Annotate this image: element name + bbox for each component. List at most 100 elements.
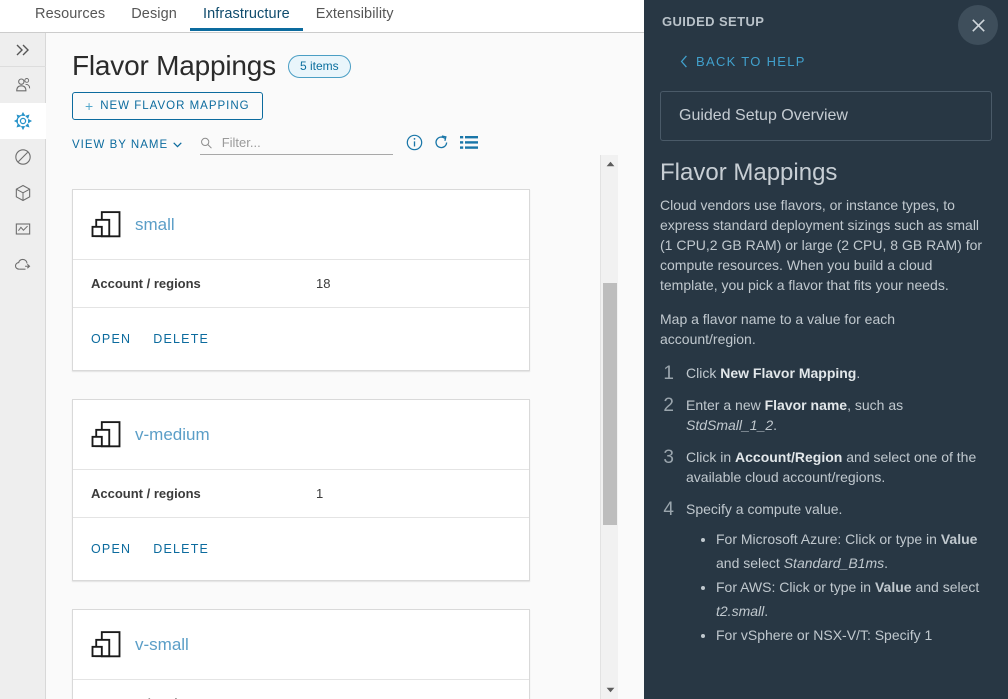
flavor-card-header: v-small [73, 610, 529, 680]
list-toolbar: VIEW BY NAME [72, 134, 644, 156]
flavor-card-header: v-medium [73, 400, 529, 470]
toolbar-icon-group [406, 134, 479, 156]
flavor-card-field-row: Account / regions 4 [73, 680, 529, 699]
flavor-card[interactable]: v-small Account / regions 4 OPEN DELETE [72, 609, 530, 699]
list-view-icon[interactable] [460, 135, 479, 155]
step-number: 2 [663, 395, 674, 416]
chevron-down-icon [173, 142, 182, 148]
close-icon [971, 18, 985, 32]
search-icon [201, 137, 212, 149]
back-to-help-link[interactable]: BACK TO HELP [644, 46, 1008, 69]
panel-heading: Flavor Mappings [660, 159, 838, 186]
scroll-down-arrow[interactable] [601, 681, 619, 699]
view-by-dropdown[interactable]: VIEW BY NAME [72, 139, 182, 151]
tab-infrastructure[interactable]: Infrastructure [189, 0, 303, 31]
users-icon [16, 78, 31, 92]
step-text: Click in Account/Region and select one o… [686, 449, 977, 485]
guided-step: 1 Click New Flavor Mapping. [660, 363, 990, 383]
sidebar-item-resources[interactable] [0, 175, 46, 211]
step-sub-bullets: For Microsoft Azure: Click or type in Va… [686, 527, 990, 647]
flavor-sizes-icon [91, 631, 121, 658]
open-action[interactable]: OPEN [91, 332, 131, 346]
sidebar-item-activity[interactable] [0, 211, 46, 247]
step-text: Enter a new Flavor name, such as StdSmal… [686, 397, 904, 433]
sidebar-item-configure[interactable] [0, 103, 46, 139]
flavor-name-link[interactable]: v-small [135, 635, 189, 655]
guided-setup-overview-label: Guided Setup Overview [679, 107, 848, 124]
guided-setup-panel: GUIDED SETUP BACK TO HELP Guided Setup O… [644, 0, 1008, 699]
sidebar-item-policies[interactable] [0, 139, 46, 175]
plus-icon: + [85, 97, 95, 114]
panel-paragraph-2: Map a flavor name to a value for each ac… [660, 311, 896, 347]
scrollbar-thumb[interactable] [603, 283, 617, 525]
guided-step: 2 Enter a new Flavor name, such as StdSm… [660, 395, 990, 435]
tab-resources[interactable]: Resources [22, 0, 118, 31]
page-title: Flavor Mappings [72, 50, 276, 81]
step-sub-bullet: For AWS: Click or type in Value and sele… [716, 575, 990, 623]
open-action[interactable]: OPEN [91, 542, 131, 556]
new-flavor-mapping-label: NEW FLAVOR MAPPING [100, 99, 250, 112]
item-count-badge: 5 items [287, 54, 351, 78]
flavor-card[interactable]: small Account / regions 18 OPEN DELETE [72, 189, 530, 371]
guided-setup-overview-box[interactable]: Guided Setup Overview [660, 91, 992, 141]
main-vertical-scrollbar[interactable] [600, 155, 618, 699]
flavor-card-actions: OPEN DELETE [73, 518, 529, 580]
flavor-card-list-region: small Account / regions 18 OPEN DELETE v… [46, 155, 644, 699]
panel-paragraph-1: Cloud vendors use flavors, or instance t… [660, 197, 983, 293]
step-sub-bullet: For Microsoft Azure: Click or type in Va… [716, 527, 990, 575]
left-icon-rail [0, 33, 46, 699]
field-value: 18 [316, 276, 331, 291]
title-row: Flavor Mappings 5 items [72, 50, 644, 82]
view-by-label: VIEW BY NAME [72, 138, 169, 151]
flavor-card-field-row: Account / regions 18 [73, 260, 529, 308]
flavor-sizes-icon [91, 211, 121, 238]
delete-action[interactable]: DELETE [153, 542, 209, 556]
flavor-card[interactable]: v-medium Account / regions 1 OPEN DELETE [72, 399, 530, 581]
triangle-up-icon [606, 161, 614, 167]
flavor-card-header: small [73, 190, 529, 260]
new-flavor-mapping-button[interactable]: + NEW FLAVOR MAPPING [72, 91, 263, 120]
expand-sidebar-button[interactable] [0, 33, 46, 67]
delete-action[interactable]: DELETE [153, 332, 209, 346]
panel-top-bar: GUIDED SETUP [644, 0, 1008, 46]
main-content: Flavor Mappings 5 items + NEW FLAVOR MAP… [46, 33, 644, 699]
step-number: 1 [663, 363, 674, 384]
field-value: 1 [316, 486, 324, 501]
step-text: Click New Flavor Mapping. [686, 365, 861, 381]
scroll-up-arrow[interactable] [601, 155, 619, 173]
back-to-help-label: BACK TO HELP [696, 54, 806, 69]
step-number: 4 [663, 499, 674, 520]
policy-compass-icon [15, 149, 31, 165]
gear-icon [13, 111, 33, 131]
step-number: 3 [663, 447, 674, 468]
sidebar-item-users[interactable] [0, 67, 46, 103]
field-label: Account / regions [91, 276, 201, 291]
flavor-sizes-icon [91, 421, 121, 448]
sidebar-item-onboarding[interactable] [0, 247, 46, 283]
cloud-arrow-icon [14, 258, 31, 270]
primary-tab-bar: Resources Design Infrastructure Extensib… [0, 0, 644, 33]
page-header: Flavor Mappings 5 items + NEW FLAVOR MAP… [46, 33, 644, 156]
flavor-card-field-row: Account / regions 1 [73, 470, 529, 518]
app-root: Resources Design Infrastructure Extensib… [0, 0, 1008, 699]
guided-step: 4 Specify a compute value. For Microsoft… [660, 499, 990, 647]
search-input[interactable] [219, 134, 394, 152]
tab-extensibility[interactable]: Extensibility [303, 0, 407, 31]
guided-steps-list: 1 Click New Flavor Mapping. 2 Enter a ne… [660, 363, 990, 647]
flavor-card-list: small Account / regions 18 OPEN DELETE v… [46, 155, 644, 699]
guided-step: 3 Click in Account/Region and select one… [660, 447, 990, 487]
step-text: Specify a compute value. [686, 501, 843, 517]
filter-field[interactable] [200, 134, 394, 156]
tab-design[interactable]: Design [118, 0, 190, 31]
refresh-icon[interactable] [433, 134, 450, 156]
field-label: Account / regions [91, 486, 201, 501]
chevron-double-right-icon [16, 44, 29, 55]
flavor-name-link[interactable]: v-medium [135, 425, 210, 445]
close-panel-button[interactable] [958, 5, 998, 45]
step-sub-bullet: For vSphere or NSX-V/T: Specify 1 [716, 623, 990, 647]
info-icon[interactable] [406, 134, 423, 156]
panel-body: Flavor Mappings Cloud vendors use flavor… [644, 141, 1008, 647]
flavor-name-link[interactable]: small [135, 215, 175, 235]
activity-chart-icon [15, 223, 31, 235]
panel-kicker: GUIDED SETUP [662, 14, 765, 29]
